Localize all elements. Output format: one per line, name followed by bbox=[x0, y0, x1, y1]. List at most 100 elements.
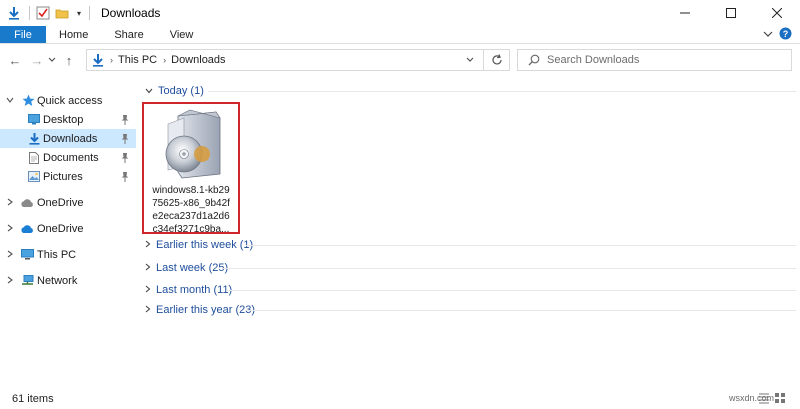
expand-ribbon-icon[interactable] bbox=[763, 29, 773, 41]
nav-label: OneDrive bbox=[37, 222, 84, 235]
nav-label: Quick access bbox=[37, 94, 103, 107]
forward-button[interactable]: → bbox=[28, 49, 46, 71]
group-header-today[interactable]: Today (1) bbox=[145, 83, 204, 99]
nav-item-onedrive-personal[interactable]: OneDrive bbox=[0, 219, 136, 238]
nav-item-pictures[interactable]: Pictures bbox=[0, 167, 136, 186]
expand-chevron-icon[interactable] bbox=[145, 263, 151, 273]
status-bar: 61 items wsxdn.com bbox=[0, 388, 800, 409]
onedrive-icon bbox=[20, 224, 34, 234]
breadcrumb-downloads[interactable]: Downloads bbox=[171, 54, 225, 66]
documents-icon bbox=[29, 151, 39, 164]
pin-icon[interactable] bbox=[121, 171, 129, 182]
group-divider bbox=[208, 91, 796, 92]
expand-chevron-icon[interactable] bbox=[145, 240, 151, 250]
nav-label: Network bbox=[37, 274, 78, 287]
file-name-line: e2eca237d1a2d6 bbox=[152, 211, 230, 222]
expand-chevron-icon[interactable] bbox=[6, 250, 14, 260]
nav-item-downloads[interactable]: Downloads bbox=[0, 129, 136, 148]
nav-label: Downloads bbox=[43, 132, 98, 145]
group-header-earlier-this-year[interactable]: Earlier this year (23) bbox=[145, 302, 255, 318]
pin-icon[interactable] bbox=[121, 133, 129, 144]
nav-label: OneDrive bbox=[37, 196, 84, 209]
tab-home[interactable]: Home bbox=[46, 26, 101, 43]
close-button[interactable] bbox=[754, 0, 800, 26]
expand-chevron-icon[interactable] bbox=[6, 198, 14, 208]
title-bar: ▾ Downloads bbox=[0, 0, 800, 26]
tab-view[interactable]: View bbox=[157, 26, 207, 43]
nav-item-network[interactable]: Network bbox=[0, 271, 136, 290]
toolbar-divider bbox=[89, 6, 91, 20]
nav-item-desktop[interactable]: Desktop bbox=[0, 110, 136, 129]
group-divider bbox=[246, 310, 796, 311]
large-icons-view-icon[interactable] bbox=[774, 392, 786, 407]
file-name: windows8.1-kb29 75625-x86_9b42f e2eca237… bbox=[148, 184, 234, 236]
expand-chevron-icon[interactable] bbox=[145, 285, 151, 295]
nav-label: Documents bbox=[43, 151, 99, 164]
expand-chevron-icon[interactable] bbox=[145, 305, 151, 315]
up-button[interactable]: ↑ bbox=[60, 49, 78, 71]
file-name-line: c34ef3271c9ba... bbox=[152, 224, 230, 235]
recent-locations-button[interactable] bbox=[46, 49, 58, 71]
computer-icon bbox=[21, 249, 34, 260]
expand-chevron-icon[interactable] bbox=[6, 224, 14, 234]
search-icon bbox=[528, 54, 540, 66]
file-item[interactable]: windows8.1-kb29 75625-x86_9b42f e2eca237… bbox=[142, 102, 240, 236]
pin-icon[interactable] bbox=[121, 152, 129, 163]
back-button[interactable]: ← bbox=[6, 49, 24, 71]
group-header-earlier-this-week[interactable]: Earlier this week (1) bbox=[145, 237, 253, 253]
tab-file[interactable]: File bbox=[0, 26, 46, 43]
properties-icon[interactable] bbox=[35, 5, 51, 21]
breadcrumb-chevron-icon: › bbox=[110, 55, 113, 65]
desktop-folder-icon bbox=[28, 114, 40, 125]
item-count: 61 items bbox=[12, 392, 54, 405]
downloads-icon bbox=[92, 53, 104, 67]
details-view-icon[interactable] bbox=[758, 392, 770, 407]
pictures-icon bbox=[28, 171, 40, 182]
collapse-chevron-icon[interactable] bbox=[145, 86, 153, 96]
new-folder-icon[interactable] bbox=[54, 5, 70, 21]
refresh-button[interactable] bbox=[483, 50, 509, 70]
window-controls bbox=[662, 0, 800, 26]
view-toggle bbox=[758, 392, 786, 407]
group-divider bbox=[222, 268, 796, 269]
file-name-line: 75625-x86_9b42f bbox=[152, 198, 230, 209]
address-bar[interactable]: › This PC › Downloads bbox=[86, 49, 510, 71]
nav-item-this-pc[interactable]: This PC bbox=[0, 245, 136, 264]
customize-toolbar-icon[interactable]: ▾ bbox=[77, 9, 81, 18]
minimize-button[interactable] bbox=[662, 0, 708, 26]
group-divider bbox=[226, 290, 796, 291]
file-name-line: windows8.1-kb29 bbox=[152, 185, 230, 196]
nav-item-documents[interactable]: Documents bbox=[0, 148, 136, 167]
expand-chevron-icon[interactable] bbox=[6, 276, 14, 286]
network-icon bbox=[21, 275, 34, 286]
pin-icon[interactable] bbox=[121, 114, 129, 125]
quick-access-toolbar: ▾ bbox=[0, 0, 95, 26]
nav-item-quick-access[interactable]: Quick access bbox=[0, 91, 136, 110]
search-input[interactable] bbox=[547, 54, 767, 66]
toolbar-divider bbox=[29, 6, 30, 20]
svg-text:?: ? bbox=[783, 29, 789, 39]
nav-label: Desktop bbox=[43, 113, 84, 126]
navigation-pane: Quick access Desktop Downloads Documents bbox=[0, 86, 136, 381]
downloads-icon bbox=[29, 132, 40, 145]
group-header-last-week[interactable]: Last week (25) bbox=[145, 260, 228, 276]
search-box[interactable] bbox=[517, 49, 792, 71]
group-label: Last week (25) bbox=[156, 262, 229, 274]
nav-label: This PC bbox=[37, 248, 77, 261]
breadcrumb-chevron-icon: › bbox=[163, 55, 167, 65]
tab-share[interactable]: Share bbox=[101, 26, 156, 43]
address-history-dropdown[interactable] bbox=[461, 50, 479, 70]
breadcrumb-this-pc[interactable]: This PC bbox=[118, 54, 157, 66]
group-header-last-month[interactable]: Last month (11) bbox=[145, 282, 232, 298]
star-icon bbox=[22, 94, 35, 107]
installer-package-icon bbox=[160, 108, 224, 180]
group-label: Last month (11) bbox=[156, 284, 233, 296]
group-label: Earlier this week (1) bbox=[156, 239, 254, 251]
nav-item-onedrive[interactable]: OneDrive bbox=[0, 193, 136, 212]
help-icon[interactable]: ? bbox=[779, 27, 792, 43]
download-arrow-icon bbox=[6, 5, 22, 21]
maximize-button[interactable] bbox=[708, 0, 754, 26]
window-title: Downloads bbox=[101, 6, 161, 20]
collapse-chevron-icon[interactable] bbox=[6, 96, 14, 106]
onedrive-icon bbox=[20, 198, 34, 208]
